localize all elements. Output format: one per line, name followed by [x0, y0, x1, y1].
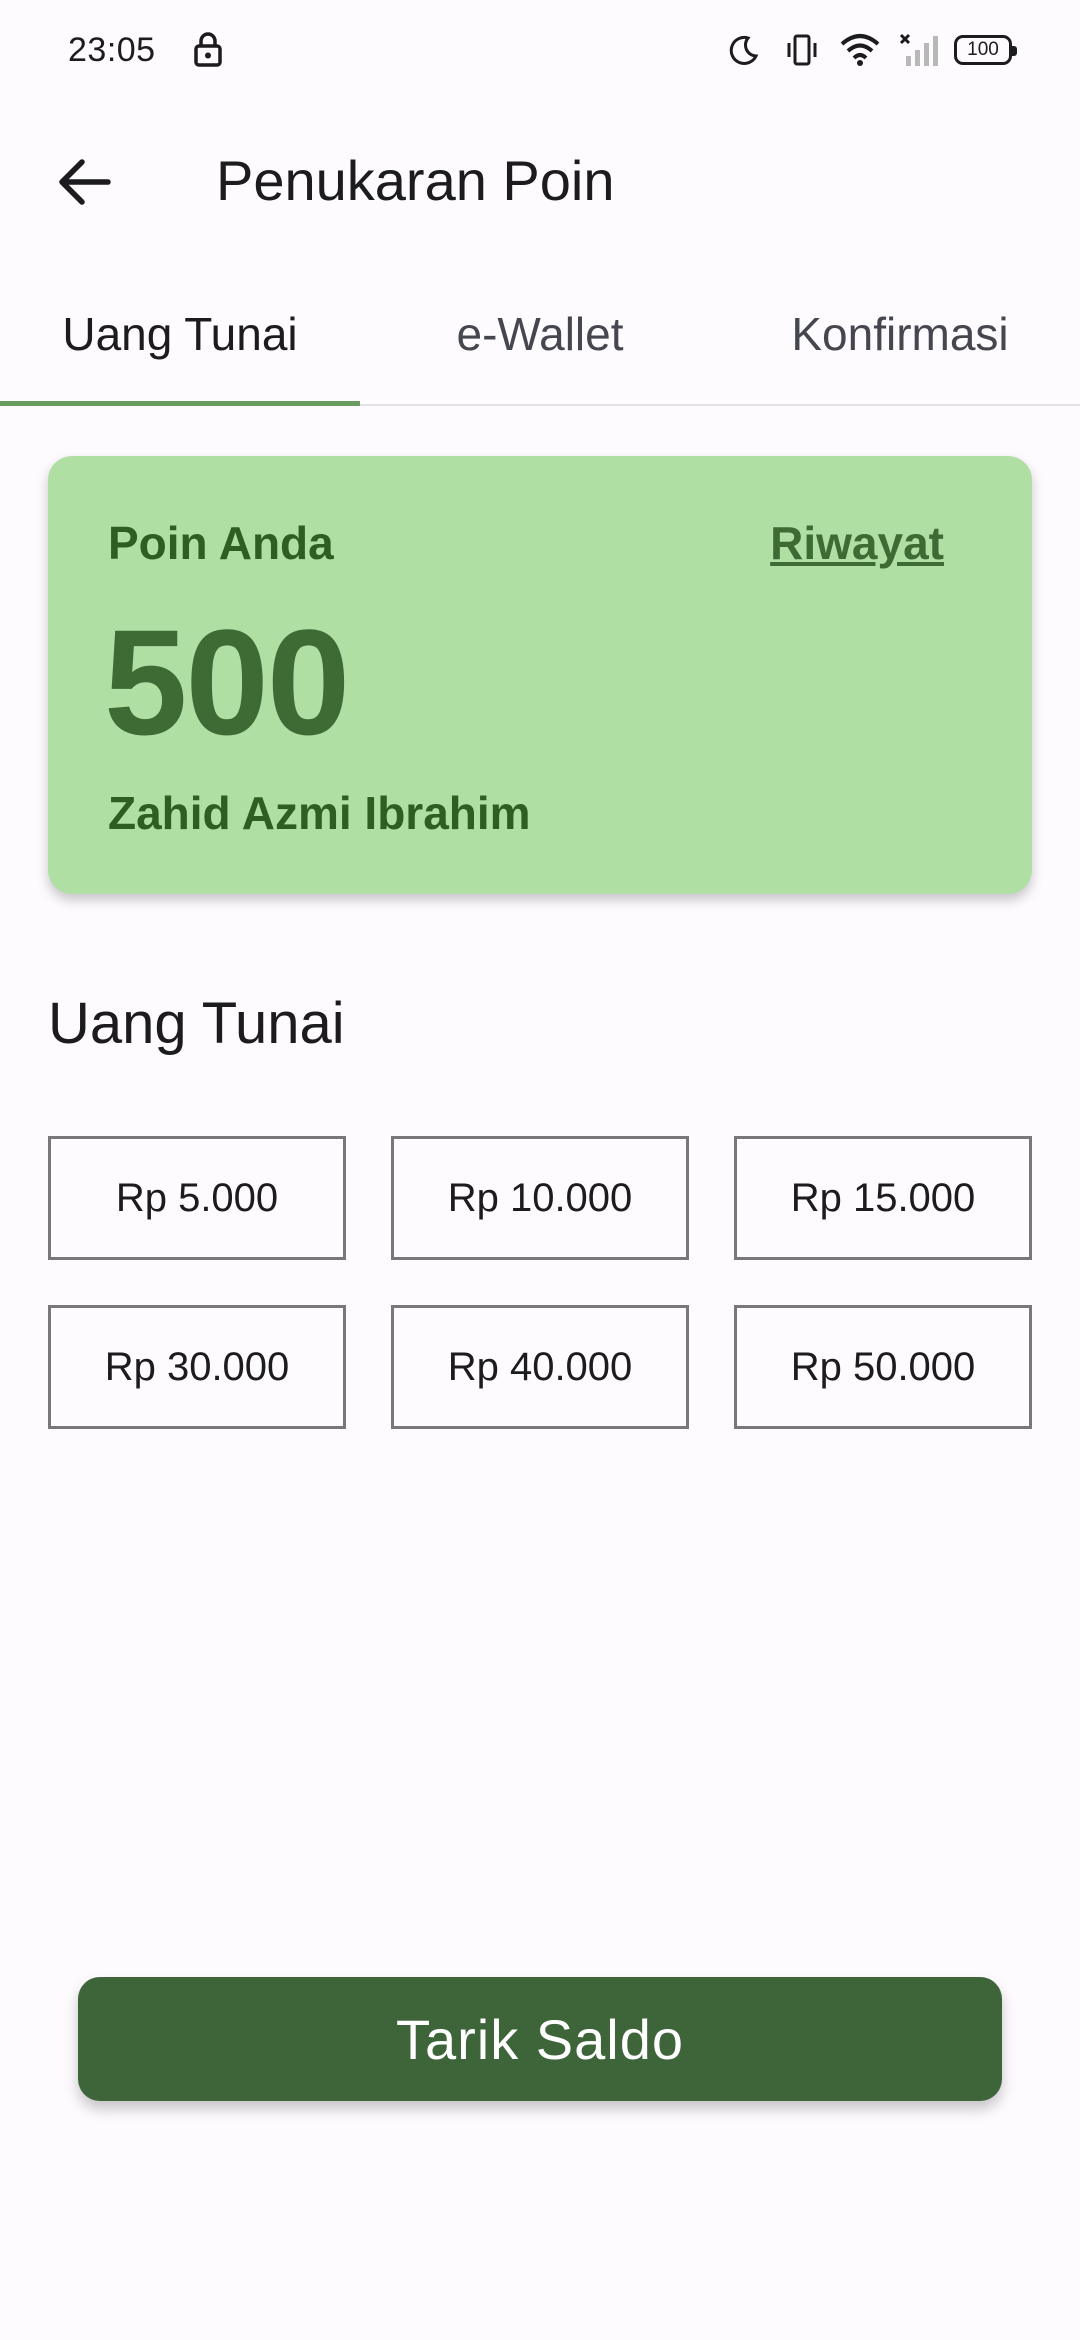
history-link[interactable]: Riwayat: [770, 516, 944, 570]
points-value: 500: [104, 598, 350, 766]
amount-option-40000[interactable]: Rp 40.000: [391, 1305, 689, 1429]
lock-icon: [186, 28, 230, 72]
points-label: Poin Anda: [108, 517, 334, 569]
back-button[interactable]: [50, 150, 118, 214]
amount-option-15000[interactable]: Rp 15.000: [734, 1136, 1032, 1260]
user-name: Zahid Azmi Ibrahim: [108, 787, 531, 839]
points-card: Poin Anda Riwayat 500 Zahid Azmi Ibrahim: [48, 456, 1032, 894]
amount-option-50000[interactable]: Rp 50.000: [734, 1305, 1032, 1429]
amount-option-30000[interactable]: Rp 30.000: [48, 1305, 346, 1429]
status-bar: 23:05 100: [0, 0, 1080, 100]
tab-konfirmasi[interactable]: Konfirmasi: [720, 282, 1080, 404]
app-bar: Penukaran Poin: [0, 120, 1080, 240]
battery-level: 100: [967, 39, 999, 60]
page-title: Penukaran Poin: [216, 149, 615, 212]
tab-e-wallet[interactable]: e-Wallet: [360, 282, 720, 404]
arrow-back-icon: [59, 159, 111, 205]
amount-option-10000[interactable]: Rp 10.000: [391, 1136, 689, 1260]
vibrate-icon: [780, 28, 824, 72]
amount-option-5000[interactable]: Rp 5.000: [48, 1136, 346, 1260]
status-left: 23:05: [68, 28, 230, 72]
signal-icon: [896, 28, 940, 72]
battery-icon: 100: [954, 35, 1017, 65]
status-time: 23:05: [68, 30, 156, 69]
moon-icon: [722, 28, 766, 72]
screen: 23:05 100 Penukaran Poin Uang Tunai e-Wa…: [0, 0, 1080, 2340]
status-right: 100: [722, 28, 1017, 72]
withdraw-button[interactable]: Tarik Saldo: [78, 1977, 1002, 2101]
wifi-icon: [838, 28, 882, 72]
tab-bar: Uang Tunai e-Wallet Konfirmasi: [0, 282, 1080, 406]
amount-options-grid: Rp 5.000 Rp 10.000 Rp 15.000 Rp 30.000 R…: [48, 1136, 1032, 1429]
section-title: Uang Tunai: [48, 991, 345, 1056]
tab-uang-tunai[interactable]: Uang Tunai: [0, 282, 360, 406]
